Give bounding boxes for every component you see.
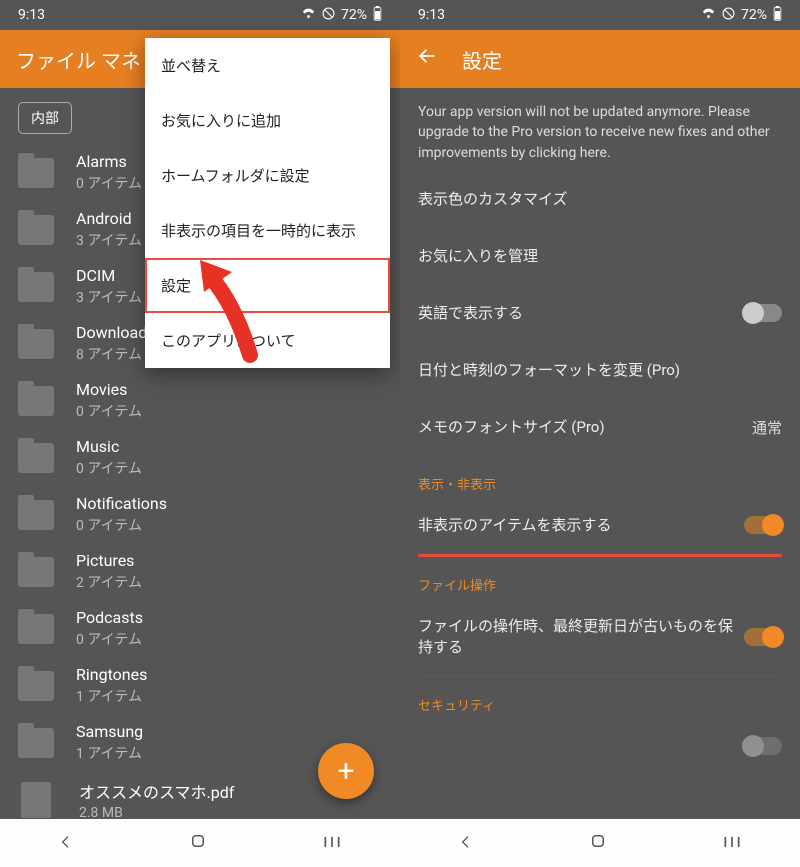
section-visibility-header: 表示・非表示: [400, 456, 800, 497]
page-title: 設定: [462, 45, 502, 74]
nav-bar: [0, 819, 400, 867]
list-item[interactable]: Pictures2 アイテム: [0, 543, 400, 600]
setting-security-item[interactable]: [400, 718, 800, 757]
menu-add-favorite[interactable]: お気に入りに追加: [145, 93, 390, 148]
setting-keep-date[interactable]: ファイルの操作時、最終更新日が古いものを保持する: [400, 598, 800, 676]
nav-home-icon[interactable]: [589, 831, 607, 855]
status-right: 72%: [301, 6, 382, 25]
block-icon: [322, 7, 335, 24]
nav-back-icon[interactable]: [58, 831, 74, 855]
folder-icon: [18, 443, 54, 473]
document-icon: [21, 782, 51, 818]
menu-about[interactable]: このアプリについて: [145, 313, 390, 368]
setting-show-hidden[interactable]: 非表示のアイテムを表示する: [400, 497, 800, 554]
list-item[interactable]: Podcasts0 アイテム: [0, 600, 400, 657]
battery-icon: [773, 6, 782, 25]
menu-show-hidden[interactable]: 非表示の項目を一時的に表示: [145, 203, 390, 258]
wifi-icon: [301, 7, 316, 23]
folder-icon: [18, 215, 54, 245]
folder-icon: [18, 329, 54, 359]
toggle-keep-date[interactable]: [744, 628, 782, 646]
list-item[interactable]: Movies0 アイテム: [0, 372, 400, 429]
app-title: ファイル マネ: [16, 45, 141, 74]
upgrade-notice[interactable]: Your app version will not be updated any…: [400, 88, 800, 171]
wifi-icon: [701, 7, 716, 23]
left-screen: 9:13 72% ファイル マネ 内部 Alarms0 アイテム Android…: [0, 0, 400, 867]
right-screen: 9:13 72% 設定 Your app version will not be…: [400, 0, 800, 867]
section-security-header: セキュリティ: [400, 677, 800, 718]
toggle-show-hidden[interactable]: [744, 516, 782, 534]
setting-date-format[interactable]: 日付と時刻のフォーマットを変更 (Pro): [400, 342, 800, 399]
folder-icon: [18, 671, 54, 701]
add-button[interactable]: +: [318, 743, 374, 799]
block-icon: [722, 7, 735, 24]
plus-icon: +: [337, 754, 354, 789]
font-size-value: 通常: [752, 417, 782, 438]
nav-recents-icon[interactable]: [322, 831, 342, 855]
status-time: 9:13: [18, 7, 45, 23]
nav-back-icon[interactable]: [458, 831, 474, 855]
status-right: 72%: [701, 6, 782, 25]
menu-settings[interactable]: 設定: [145, 258, 390, 313]
toggle-english[interactable]: [744, 304, 782, 322]
battery-text: 72%: [341, 7, 367, 23]
menu-sort[interactable]: 並べ替え: [145, 38, 390, 93]
app-bar-right: 設定: [400, 30, 800, 88]
list-item[interactable]: Music0 アイテム: [0, 429, 400, 486]
folder-icon: [18, 158, 54, 188]
status-bar: 9:13 72%: [0, 0, 400, 30]
back-arrow-icon[interactable]: [416, 45, 438, 73]
nav-home-icon[interactable]: [189, 831, 207, 855]
setting-manage-favorites[interactable]: お気に入りを管理: [400, 228, 800, 285]
setting-customize-colors[interactable]: 表示色のカスタマイズ: [400, 171, 800, 228]
folder-icon: [18, 272, 54, 302]
setting-english[interactable]: 英語で表示する: [400, 285, 800, 342]
list-item[interactable]: Notifications0 アイテム: [0, 486, 400, 543]
folder-icon: [18, 728, 54, 758]
status-bar: 9:13 72%: [400, 0, 800, 30]
folder-icon: [18, 500, 54, 530]
battery-text: 72%: [741, 7, 767, 23]
battery-icon: [373, 6, 382, 25]
section-file-ops-header: ファイル操作: [400, 557, 800, 598]
folder-icon: [18, 614, 54, 644]
breadcrumb-chip[interactable]: 内部: [18, 102, 72, 134]
status-time: 9:13: [418, 7, 445, 23]
folder-icon: [18, 386, 54, 416]
menu-set-home[interactable]: ホームフォルダに設定: [145, 148, 390, 203]
setting-font-size[interactable]: メモのフォントサイズ (Pro) 通常: [400, 399, 800, 456]
overflow-menu: 並べ替え お気に入りに追加 ホームフォルダに設定 非表示の項目を一時的に表示 設…: [145, 38, 390, 368]
folder-icon: [18, 557, 54, 587]
toggle-security[interactable]: [744, 737, 782, 755]
nav-bar: [400, 819, 800, 867]
list-item[interactable]: Ringtones1 アイテム: [0, 657, 400, 714]
nav-recents-icon[interactable]: [722, 831, 742, 855]
